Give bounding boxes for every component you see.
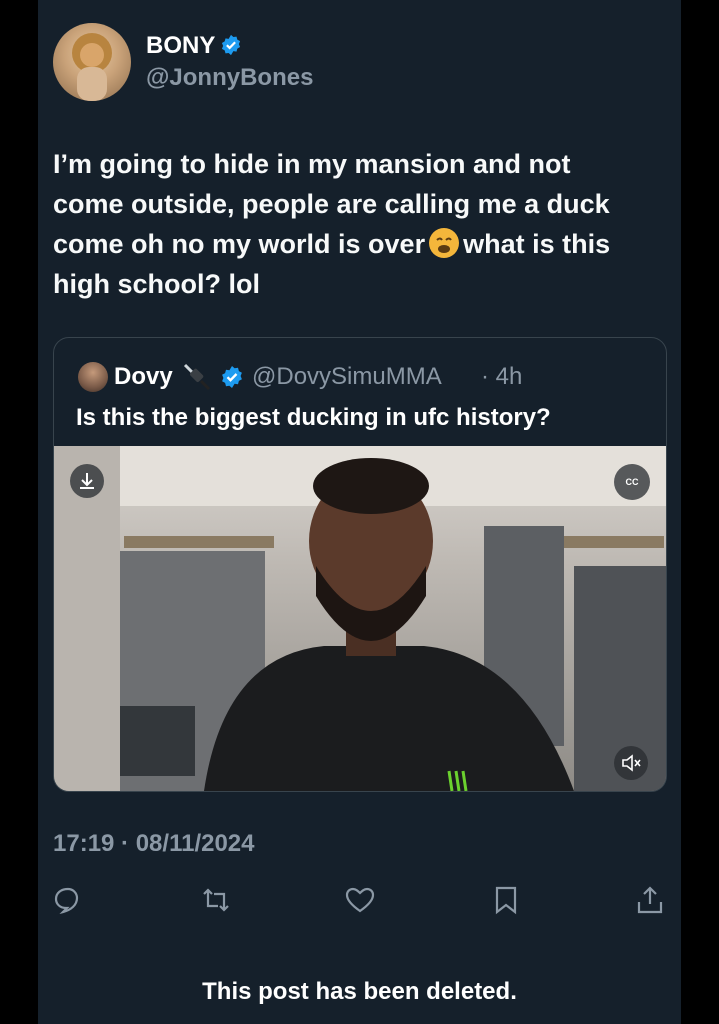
- retweet-icon[interactable]: [200, 884, 232, 916]
- share-icon[interactable]: [634, 884, 666, 916]
- verified-badge-icon: [222, 34, 241, 56]
- avatar[interactable]: [53, 23, 131, 101]
- tweet-line-1: I’m going to hide in my mansion and not: [53, 149, 571, 179]
- download-button[interactable]: [70, 464, 104, 498]
- mute-icon: [622, 754, 641, 772]
- quote-display-name[interactable]: Dovy: [114, 363, 173, 391]
- tweet-line-2: come outside, people are calling me a du…: [53, 189, 610, 219]
- display-name[interactable]: BONY: [146, 32, 242, 60]
- video-player[interactable]: CC: [54, 446, 666, 791]
- weary-face-emoji: [429, 228, 460, 258]
- quote-time: · 4h: [481, 363, 523, 390]
- tweet-timestamp[interactable]: 17:19 · 08/11/2024: [53, 830, 255, 858]
- lion-avatar-image: [72, 33, 112, 101]
- video-frame: [54, 446, 666, 791]
- reply-icon[interactable]: [52, 884, 84, 916]
- verified-badge-icon: [222, 366, 242, 388]
- quote-avatar[interactable]: [78, 362, 108, 392]
- tweet-text: I’m going to hide in my mansion and not …: [53, 144, 673, 304]
- quoted-tweet[interactable]: Dovy @DovySimuMMA · 4h Is this the bigge…: [53, 337, 667, 792]
- quote-text: Is this the biggest ducking in ufc histo…: [76, 404, 551, 431]
- tweet-line-4: high school? lol: [53, 269, 260, 299]
- quote-handle[interactable]: @DovySimuMMA: [252, 363, 442, 391]
- bookmark-icon[interactable]: [490, 884, 522, 916]
- captions-button[interactable]: CC: [614, 464, 650, 500]
- deleted-notice: This post has been deleted.: [202, 978, 517, 1005]
- download-icon: [80, 473, 94, 489]
- user-handle[interactable]: @JonnyBones: [146, 64, 313, 92]
- mute-button[interactable]: [614, 746, 648, 780]
- tweet-line-3: come oh no my world is over what is this: [53, 228, 611, 259]
- plug-icon: [183, 363, 211, 391]
- like-icon[interactable]: [344, 884, 376, 916]
